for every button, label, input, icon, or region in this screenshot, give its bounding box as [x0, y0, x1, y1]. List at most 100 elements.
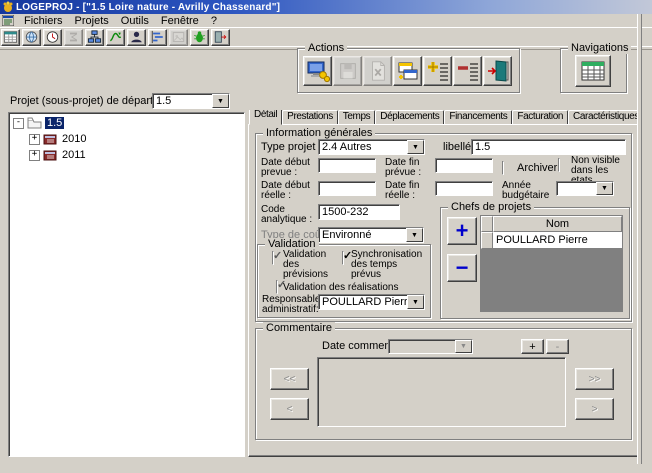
- date-fin-prevue-input[interactable]: [435, 158, 493, 173]
- tree-row-root[interactable]: - 1.5: [9, 115, 244, 131]
- code-analytique-input[interactable]: [318, 204, 400, 220]
- tree-row-2010[interactable]: + 2010: [9, 131, 244, 147]
- chefs-table-header-nom: Nom: [493, 216, 622, 232]
- chevron-down-icon[interactable]: ▼: [212, 94, 229, 108]
- chevron-down-icon[interactable]: ▼: [407, 295, 424, 309]
- chefs-row-name-cell[interactable]: POULLARD Pierre: [493, 232, 622, 249]
- comment-add-button[interactable]: +: [521, 339, 544, 354]
- date-debut-prevue-input[interactable]: [318, 158, 376, 173]
- minus-icon: -: [556, 341, 560, 353]
- tab-caracteristiques[interactable]: Caractéristiques: [568, 110, 640, 125]
- action-quit-button[interactable]: [483, 56, 512, 86]
- sum-icon: [66, 30, 81, 44]
- date-debut-reelle-input[interactable]: [318, 181, 376, 196]
- tree-node-root-label[interactable]: 1.5: [45, 117, 64, 129]
- toolbar-sum-button: [64, 29, 83, 46]
- chefs-table-row[interactable]: POULLARD Pierre: [481, 232, 622, 249]
- toolbar-user-button[interactable]: [127, 29, 146, 46]
- chevron-down-icon[interactable]: ▼: [596, 182, 613, 195]
- date-fin-reelle-input[interactable]: [435, 181, 493, 196]
- navigation-table-icon: [580, 59, 606, 83]
- navigation-table-button[interactable]: [575, 55, 611, 87]
- menu-outils[interactable]: Outils: [115, 15, 155, 27]
- curve-chart-icon: [108, 30, 123, 44]
- menu-fichiers[interactable]: Fichiers: [18, 15, 69, 27]
- toolbar-org-chart-button[interactable]: [85, 29, 104, 46]
- toolbar-curve-chart-button[interactable]: [106, 29, 125, 46]
- chefs-de-projets-label: Chefs de projets: [448, 201, 534, 213]
- date-commentaire-combo: ▼: [388, 339, 473, 354]
- chevron-down-icon[interactable]: ▼: [406, 228, 423, 242]
- type-projet-combo[interactable]: 2.4 Autres ▼: [318, 139, 425, 155]
- mdi-child-icon[interactable]: [2, 15, 14, 26]
- expand-icon[interactable]: +: [29, 134, 40, 145]
- table-icon: [3, 30, 18, 44]
- action-remove-button[interactable]: [453, 56, 482, 86]
- project-selector-value: 1.5: [153, 95, 212, 107]
- title-bar[interactable]: LOGEPROJ - ["1.5 Loire nature - Avrilly …: [0, 0, 652, 14]
- user-icon: [129, 30, 144, 44]
- toolbar-table-button[interactable]: [1, 29, 20, 46]
- tab-facturation[interactable]: Facturation: [512, 110, 568, 125]
- quit-door-icon: [486, 59, 510, 83]
- toolbar-gantt-chart-button[interactable]: [148, 29, 167, 46]
- year-node-icon: [43, 150, 57, 161]
- tab-deplacements[interactable]: Déplacements: [375, 110, 444, 125]
- responsable-combo[interactable]: POULLARD Pierre ▼: [318, 294, 425, 310]
- menu-projets[interactable]: Projets: [69, 15, 115, 27]
- menu-bar: Fichiers Projets Outils Fenêtre ?: [0, 14, 652, 28]
- chef-add-button[interactable]: +: [447, 217, 477, 245]
- chefs-row-selector-cell[interactable]: [481, 232, 493, 249]
- type-de-cout-combo[interactable]: Environné ▼: [318, 227, 424, 243]
- chevron-down-icon: ▼: [455, 340, 472, 353]
- synchronisation-checkbox[interactable]: [342, 251, 344, 265]
- comment-prev-button: <: [270, 398, 309, 420]
- action-duplicate-button[interactable]: [393, 56, 422, 86]
- chefs-table-corner-cell: [481, 216, 493, 232]
- menu-fenetre[interactable]: Fenêtre: [155, 15, 205, 27]
- duplicate-windows-icon: [396, 59, 420, 83]
- date-debut-reelle-label: Date début réelle :: [261, 181, 315, 201]
- project-tree[interactable]: - 1.5 + 2010 + 2011: [8, 112, 245, 457]
- year-node-icon: [43, 134, 57, 145]
- responsable-label: Responsable administratif:: [262, 295, 318, 315]
- navigations-group-label: Navigations: [568, 42, 631, 54]
- archiver-checkbox[interactable]: [502, 161, 504, 175]
- chef-remove-button[interactable]: −: [447, 254, 477, 282]
- toolbar-bug-button[interactable]: [190, 29, 209, 46]
- tab-financements[interactable]: Financements: [444, 110, 512, 125]
- toolbar-globe-button[interactable]: [22, 29, 41, 46]
- action-execute-button[interactable]: [303, 56, 332, 86]
- libelle-input[interactable]: [471, 139, 626, 155]
- tree-node-2011-label[interactable]: 2011: [60, 149, 88, 161]
- annee-budgetaire-combo[interactable]: ▼: [556, 181, 614, 196]
- tab-prestations[interactable]: Prestations: [282, 110, 338, 125]
- chevron-down-icon[interactable]: ▼: [407, 140, 424, 154]
- date-fin-reelle-label: Date fin réelle :: [385, 181, 433, 201]
- tab-detail[interactable]: Détail: [249, 110, 282, 125]
- type-de-cout-value: Environné: [319, 229, 406, 241]
- tree-node-2010-label[interactable]: 2010: [60, 133, 88, 145]
- date-fin-prevue-label: Date fin prévue :: [385, 158, 433, 178]
- expand-icon[interactable]: +: [29, 150, 40, 161]
- chefs-table[interactable]: Nom POULLARD Pierre: [480, 215, 623, 312]
- toolbar-exit-button[interactable]: [211, 29, 230, 46]
- project-selector-combo[interactable]: 1.5 ▼: [152, 93, 230, 109]
- type-projet-label: Type projet :: [261, 142, 322, 153]
- prev-icon: <: [287, 404, 293, 415]
- tree-row-2011[interactable]: + 2011: [9, 147, 244, 163]
- validation-realisations-checkbox[interactable]: [276, 280, 278, 294]
- toolbar-image-button: [169, 29, 188, 46]
- action-add-button[interactable]: [423, 56, 452, 86]
- non-visible-checkbox[interactable]: [558, 158, 560, 172]
- menu-help[interactable]: ?: [205, 15, 223, 27]
- toolbar-clock-button[interactable]: [43, 29, 62, 46]
- project-node-icon: [27, 117, 42, 129]
- tab-temps[interactable]: Temps: [338, 110, 375, 125]
- project-selector-label: Projet (sous-projet) de départ :: [10, 96, 159, 107]
- navigations-group: Navigations: [560, 48, 627, 93]
- validation-previsions-checkbox[interactable]: [272, 251, 274, 265]
- last-icon: >>: [589, 374, 601, 385]
- collapse-icon[interactable]: -: [13, 118, 24, 129]
- validation-previsions-label: Validation des prévisions: [283, 250, 341, 280]
